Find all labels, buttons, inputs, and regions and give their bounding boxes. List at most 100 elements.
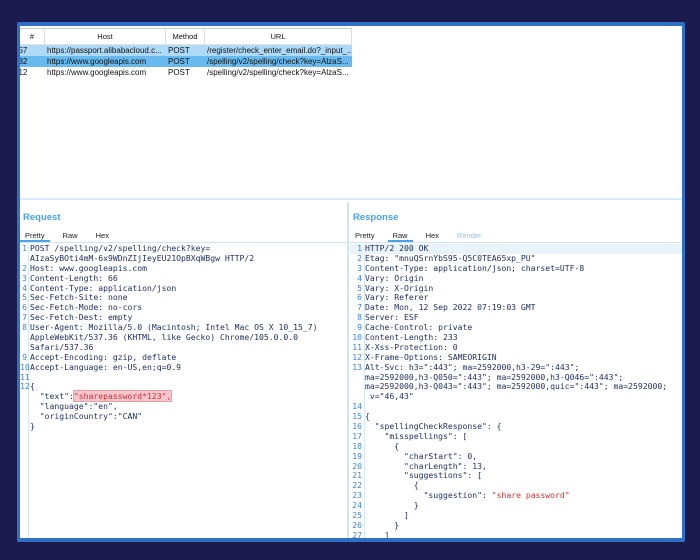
line-number (350, 373, 362, 383)
response-editor[interactable]: 1 HTTP/2 200 OK 2 Etag: "mnuQSrnYbS95-Q5C0T… (350, 243, 682, 538)
table-row[interactable]: 312 https://www.googleapis.com POST/spelli… (20, 67, 352, 78)
response-tabs: Pretty Raw Hex Render (350, 229, 682, 243)
line-number: 27 (352, 529, 362, 538)
line-number (20, 402, 27, 412)
tab-pretty[interactable]: Pretty (350, 229, 380, 242)
code-text: Host: www.googleapis.com (30, 262, 147, 273)
code-text: { (365, 440, 400, 451)
code-text: Vary: Referer (365, 292, 429, 303)
line-text: "originCountry":"CAN" (27, 411, 143, 422)
code-text: "charStart": 0, (365, 450, 478, 461)
code-text: Server: ESF (365, 312, 419, 323)
code-text: { (365, 480, 419, 491)
row-host: https://www.googleapis.com (47, 57, 147, 66)
highlighted-string: "sharepassword*123", (73, 391, 172, 402)
column-header-number[interactable]: # (20, 29, 45, 44)
code-text: "originCountry":"CAN" (30, 411, 143, 422)
code-text: Accept-Language: en-US,en;q=0.9 (30, 361, 182, 372)
code-text: HTTP/2 200 OK (365, 243, 429, 253)
code-text: Accept-Encoding: gzip, deflate (30, 351, 177, 362)
column-header-method[interactable]: Method (166, 29, 205, 44)
line-number (20, 333, 27, 343)
line-number (20, 392, 27, 402)
tab-raw[interactable]: Raw (387, 229, 413, 242)
line-number: 13 (352, 361, 362, 372)
row-method: POST (168, 46, 190, 55)
request-title: Request (23, 212, 61, 223)
line-number: 1 (22, 243, 27, 253)
row-method: POST (168, 57, 190, 66)
code-line: } (20, 421, 347, 432)
line-number: 8 (22, 322, 27, 333)
tab-raw[interactable]: Raw (58, 229, 83, 242)
code-text: X-Xss-Protection: 0 (365, 341, 458, 352)
code-text: "text": (30, 391, 74, 402)
code-text: Content-Type: application/json (30, 282, 177, 293)
code-text: AIzaSyBOti4mM-6x9WDnZIjIeyEU21OpBXqWBgw … (30, 252, 255, 263)
row-url: /register/check_enter_email.do?_input_..… (207, 46, 352, 55)
code-text: "language":"en", (30, 401, 118, 412)
response-panel: Response Pretty Raw Hex Render 1 HTTP/2 200 … (350, 202, 682, 538)
code-text: AppleWebKit/537.36 (KHTML, like Gecko) C… (30, 332, 299, 343)
row-host: https://www.googleapis.com (47, 68, 147, 77)
code-text: Content-Length: 66 (30, 272, 118, 283)
tab-hex[interactable]: Hex (421, 229, 444, 242)
table-header: # Host Method URL (20, 29, 352, 45)
row-method: POST (168, 68, 190, 77)
code-text: X-Frame-Options: SAMEORIGIN (365, 351, 497, 362)
app-window: # Host Method URL 357 https://passport.al… (17, 22, 685, 542)
code-text: ] (365, 510, 409, 521)
code-line: 14 (350, 401, 682, 412)
tab-render[interactable]: Render (452, 229, 487, 242)
code-text: Sec-Fetch-Site: none (30, 292, 128, 303)
code-text: Vary: Origin (365, 272, 424, 283)
row-host: https://passport.alibabacloud.c... (47, 46, 162, 55)
code-text: { (365, 411, 370, 422)
request-panel: Request Pretty Raw Hex 1 POST /spelling/v2/… (20, 202, 349, 538)
code-text: { (30, 381, 35, 392)
code-text: "charLength": 13, (365, 460, 487, 471)
pane-splitter[interactable] (20, 198, 682, 200)
code-text: } (30, 421, 35, 432)
table-row[interactable]: 357 https://passport.alibabacloud.c... POS… (20, 45, 352, 56)
code-text: Date: Mon, 12 Sep 2022 07:19:03 GMT (365, 302, 536, 313)
table-row[interactable]: 332 https://www.googleapis.com POST/spelli… (20, 56, 352, 67)
code-line: 25 ] (350, 510, 682, 521)
code-text: "suggestions": [ (365, 470, 482, 481)
column-header-url[interactable]: URL (205, 29, 352, 44)
code-text: } (365, 519, 400, 530)
code-text: Safari/537.36 (30, 341, 94, 352)
code-text: "suggestion": (365, 490, 492, 501)
line-number (350, 382, 362, 392)
row-number: 332 (20, 57, 28, 66)
code-text: Content-Length: 233 (365, 332, 458, 343)
line-text: v="46,43" (362, 391, 414, 402)
code-line: v="46,43" (350, 391, 682, 402)
line-number: 12 (20, 381, 30, 392)
request-editor[interactable]: 1 POST /spelling/v2/spelling/check?key= AI… (20, 243, 347, 538)
code-text: Sec-Fetch-Dest: empty (30, 312, 133, 323)
column-header-host[interactable]: Host (45, 29, 166, 44)
line-text: ] (362, 530, 389, 538)
code-text: "spellingCheckResponse": { (365, 421, 502, 432)
code-text: POST /spelling/v2/spelling/check?key= (30, 243, 211, 253)
line-number (20, 412, 27, 422)
code-line: 17 "misspellings": [ (350, 430, 682, 442)
line-text: Accept-Language: en-US,en;q=0.9 (27, 361, 182, 373)
tab-hex[interactable]: Hex (91, 229, 114, 242)
code-text: Etag: "mnuQSrnYbS95-Q5C0TEA65xp_PU" (365, 252, 536, 263)
code-text: Alt-Svc: h3=":443"; ma=2592000,h3-29=":4… (365, 361, 580, 372)
code-line: 10 Accept-Language: en-US,en;q=0.9 (20, 361, 347, 373)
code-text: } (365, 500, 419, 511)
response-title: Response (353, 212, 399, 223)
window-content: # Host Method URL 357 https://passport.al… (20, 26, 682, 538)
line-text: } (27, 421, 35, 432)
code-line: "originCountry":"CAN" (20, 411, 347, 422)
row-number: 312 (20, 68, 28, 77)
code-text: "misspellings": [ (365, 430, 468, 441)
row-url: /spelling/v2/spelling/check?key=AlzaS... (207, 68, 349, 77)
row-url: /spelling/v2/spelling/check?key=AlzaS... (207, 57, 349, 66)
row-number: 357 (20, 46, 28, 55)
tab-pretty[interactable]: Pretty (20, 229, 50, 242)
code-text: Content-Type: application/json; charset=… (365, 262, 585, 273)
